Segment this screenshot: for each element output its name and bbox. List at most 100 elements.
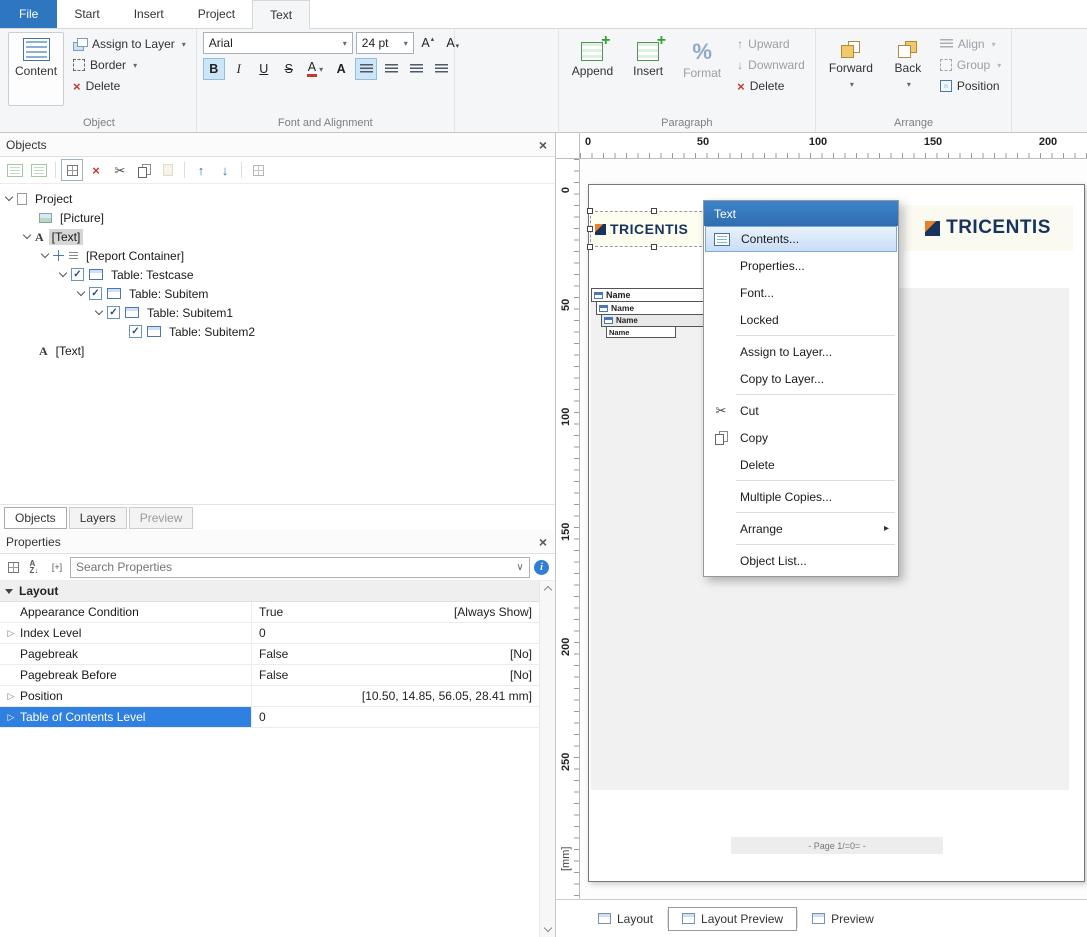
expander-icon[interactable]: ▷ bbox=[6, 628, 16, 639]
menu-item-multiple-copies[interactable]: Multiple Copies... bbox=[705, 483, 897, 510]
font-size-select[interactable]: 24 pt ▾ bbox=[356, 32, 414, 54]
tree-item-table-subitem1[interactable]: ✓ Table: Subitem1 bbox=[0, 303, 555, 322]
menu-item-assign-to-layer[interactable]: Assign to Layer... bbox=[705, 338, 897, 365]
sort-az-button[interactable] bbox=[26, 558, 44, 576]
tab-preview-panel[interactable]: Preview bbox=[129, 507, 194, 529]
append-button[interactable]: Append bbox=[565, 32, 620, 106]
nested-table-object[interactable]: Name Name Name Name bbox=[591, 288, 713, 338]
tree-item-table-subitem2[interactable]: ✓ Table: Subitem2 bbox=[0, 322, 555, 341]
selection-handle[interactable] bbox=[587, 208, 593, 214]
selection-handle[interactable] bbox=[587, 226, 593, 232]
bold-button[interactable]: B bbox=[203, 58, 225, 80]
tab-start[interactable]: Start bbox=[57, 0, 116, 28]
grow-font-button[interactable]: A bbox=[417, 32, 439, 54]
chevron-down-icon[interactable] bbox=[77, 287, 85, 295]
property-row-pagebreak-before[interactable]: Pagebreak Before False[No] bbox=[0, 665, 539, 686]
delete-object-button[interactable]: × Delete bbox=[69, 77, 190, 95]
tab-preview[interactable]: Preview bbox=[798, 907, 888, 931]
chevron-down-icon[interactable] bbox=[41, 249, 49, 257]
property-row-table-of-contents-level[interactable]: ▷Table of Contents Level 0 bbox=[0, 707, 539, 728]
text-object-selected[interactable]: TRICENTIS bbox=[591, 212, 716, 246]
chevron-down-icon[interactable] bbox=[5, 192, 13, 200]
menu-item-arrange[interactable]: Arrange▸ bbox=[705, 515, 897, 542]
font-family-select[interactable]: Arial ▾ bbox=[203, 32, 353, 54]
strikethrough-button[interactable]: S bbox=[278, 58, 300, 80]
chevron-down-icon[interactable] bbox=[95, 306, 103, 314]
align-center-button[interactable] bbox=[380, 58, 402, 80]
move-up-button[interactable]: ↑ bbox=[190, 159, 212, 181]
table-row[interactable]: Name bbox=[596, 302, 713, 315]
content-button[interactable]: Content bbox=[8, 32, 64, 106]
tree-item-picture[interactable]: [Picture] bbox=[0, 208, 555, 227]
property-row-position[interactable]: ▷Position [10.50, 14.85, 56.05, 28.41 mm… bbox=[0, 686, 539, 707]
table-row[interactable]: Name bbox=[601, 315, 713, 327]
font-color-button[interactable]: A ▾ bbox=[303, 58, 327, 80]
property-row-pagebreak[interactable]: Pagebreak False[No] bbox=[0, 644, 539, 665]
align-justify-button[interactable] bbox=[430, 58, 452, 80]
italic-button[interactable]: I bbox=[228, 58, 250, 80]
expander-icon[interactable]: ▷ bbox=[6, 712, 16, 723]
list-style-button[interactable] bbox=[4, 159, 26, 181]
scroll-down-icon[interactable] bbox=[543, 924, 551, 932]
menu-item-copy-to-layer[interactable]: Copy to Layer... bbox=[705, 365, 897, 392]
search-input[interactable] bbox=[71, 560, 511, 574]
categorized-view-button[interactable] bbox=[4, 558, 22, 576]
align-left-button[interactable] bbox=[355, 58, 377, 80]
menu-item-delete[interactable]: Delete bbox=[705, 451, 897, 478]
properties-scrollbar[interactable] bbox=[539, 581, 555, 937]
tab-objects[interactable]: Objects bbox=[4, 507, 67, 529]
close-icon[interactable]: × bbox=[539, 534, 547, 550]
checkbox-checked[interactable]: ✓ bbox=[107, 306, 120, 319]
list-style-2-button[interactable] bbox=[28, 159, 50, 181]
menu-item-locked[interactable]: Locked bbox=[705, 306, 897, 333]
tree-item-table-subitem[interactable]: ✓ Table: Subitem bbox=[0, 284, 555, 303]
menu-item-contents[interactable]: Contents... bbox=[705, 226, 897, 252]
category-layout[interactable]: Layout bbox=[0, 581, 539, 602]
forward-button[interactable]: Forward ▾ bbox=[822, 32, 880, 106]
tab-layout-preview[interactable]: Layout Preview bbox=[668, 907, 797, 931]
tab-text[interactable]: Text bbox=[252, 0, 310, 29]
text-color-button[interactable]: A bbox=[330, 58, 352, 80]
back-button[interactable]: Back ▾ bbox=[885, 32, 931, 106]
object-list-button[interactable] bbox=[61, 159, 83, 181]
underline-button[interactable]: U bbox=[253, 58, 275, 80]
tree-item-report-container[interactable]: [Report Container] bbox=[0, 246, 555, 265]
menu-item-cut[interactable]: ✂Cut bbox=[705, 397, 897, 424]
selection-handle[interactable] bbox=[587, 244, 593, 250]
assign-to-layer-button[interactable]: Assign to Layer ▾ bbox=[69, 35, 190, 53]
tree-item-text-2[interactable]: A [Text] bbox=[0, 341, 555, 360]
checkbox-checked[interactable]: ✓ bbox=[71, 268, 84, 281]
close-icon[interactable]: × bbox=[539, 137, 547, 153]
cut-button[interactable]: ✂ bbox=[109, 159, 131, 181]
align-right-button[interactable] bbox=[405, 58, 427, 80]
search-properties-box[interactable]: ∨ bbox=[70, 557, 530, 578]
scroll-up-icon[interactable] bbox=[543, 586, 551, 594]
tree-item-project[interactable]: Project bbox=[0, 189, 555, 208]
position-button[interactable]: Position bbox=[936, 77, 1005, 95]
move-down-button[interactable]: ↓ bbox=[214, 159, 236, 181]
property-row-index-level[interactable]: ▷Index Level 0 bbox=[0, 623, 539, 644]
menu-item-properties[interactable]: Properties... bbox=[705, 252, 897, 279]
selection-handle[interactable] bbox=[651, 208, 657, 214]
info-icon[interactable]: i bbox=[534, 560, 549, 575]
expander-icon[interactable]: ▷ bbox=[6, 691, 16, 702]
checkbox-checked[interactable]: ✓ bbox=[89, 287, 102, 300]
tab-layout[interactable]: Layout bbox=[584, 907, 667, 931]
chevron-down-icon[interactable] bbox=[59, 268, 67, 276]
tab-layers[interactable]: Layers bbox=[69, 507, 127, 529]
table-row[interactable]: Name bbox=[606, 327, 676, 338]
menu-item-object-list[interactable]: Object List... bbox=[705, 547, 897, 574]
chevron-down-icon[interactable]: ∨ bbox=[511, 562, 529, 573]
insert-button[interactable]: Insert bbox=[625, 32, 671, 106]
checkbox-checked[interactable]: ✓ bbox=[129, 325, 142, 338]
chevron-down-icon[interactable] bbox=[23, 230, 31, 238]
selection-handle[interactable] bbox=[651, 244, 657, 250]
copy-button[interactable] bbox=[133, 159, 155, 181]
tab-project[interactable]: Project bbox=[181, 0, 252, 28]
menu-item-copy[interactable]: Copy bbox=[705, 424, 897, 451]
tab-file[interactable]: File bbox=[0, 0, 57, 28]
menu-item-font[interactable]: Font... bbox=[705, 279, 897, 306]
tricentis-logo-object[interactable]: TRICENTIS bbox=[903, 205, 1073, 251]
property-row-appearance-condition[interactable]: Appearance Condition True[Always Show] bbox=[0, 602, 539, 623]
design-canvas[interactable]: Name Name Name Name TRICENTIS bbox=[580, 159, 1087, 899]
